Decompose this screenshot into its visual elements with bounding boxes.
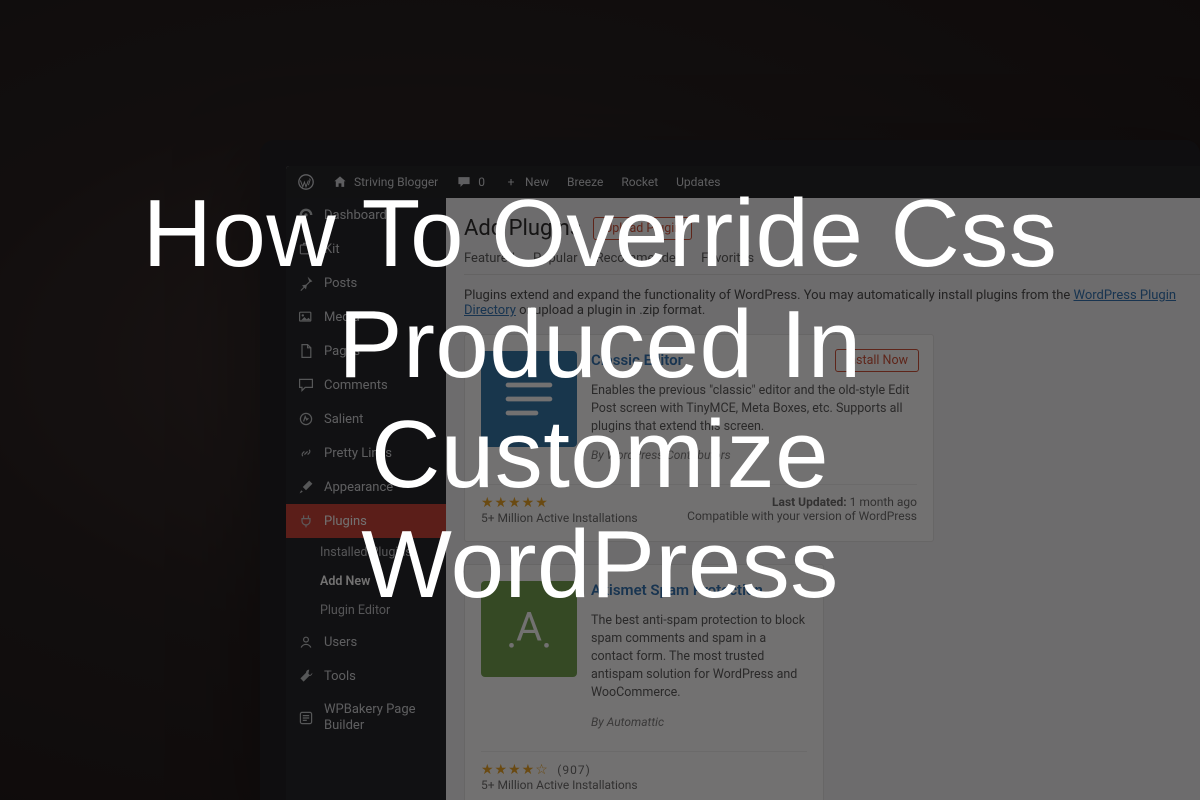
sidebar-item-kit[interactable]: Kit [286,232,446,266]
comment-icon [298,377,314,393]
plugin-card-akismet: A Akismet Spam Protection The best anti-… [464,564,824,800]
page-heading: Add Plugins Upload Plugin [464,216,1200,241]
comment-icon [456,174,472,190]
upload-plugin-button[interactable]: Upload Plugin [593,217,692,240]
site-name-label: Striving Blogger [354,175,438,189]
sidebar-item-label: Appearance [324,480,393,495]
monitor-bezel: Striving Blogger 0 + New Breeze Rocket U… [260,140,1200,800]
sidebar-item-tools[interactable]: Tools [286,659,446,693]
topbar-item-updates[interactable]: Updates [676,175,720,189]
sidebar-item-label: Salient [324,412,363,427]
install-now-button[interactable]: Install Now [835,349,919,372]
sidebar-subitem-installed[interactable]: Installed Plugins [286,538,446,567]
sidebar-item-wpbakery[interactable]: WPBakery Page Builder [286,693,446,742]
new-label: New [525,175,549,189]
sidebar-subitem-addnew[interactable]: Add New [286,567,446,596]
pin-icon [298,275,314,291]
sidebar-item-label: WPBakery Page Builder [324,702,434,733]
sidebar-item-comments[interactable]: Comments [286,368,446,402]
plugin-installs: 5+ Million Active Installations [481,778,638,792]
site-name-link[interactable]: Striving Blogger [332,174,438,190]
plugin-description: The best anti-spam protection to block s… [591,612,807,703]
sidebar-item-label: Tools [324,669,356,684]
sidebar-item-posts[interactable]: Posts [286,266,446,300]
sidebar-item-media[interactable]: Media [286,300,446,334]
wp-logo-menu[interactable] [298,174,314,190]
new-content-link[interactable]: + New [503,174,549,190]
sidebar-item-dashboard[interactable]: Dashboard [286,198,446,232]
sidebar-item-label: Users [324,635,357,650]
plugin-rating: ★★★★★ [481,495,638,511]
tab-popular[interactable]: Popular [533,251,578,266]
comments-link[interactable]: 0 [456,174,485,190]
sidebar-item-label: Comments [324,378,388,393]
plugin-logo-akismet: A [481,581,577,677]
sidebar-item-label: Kit [324,242,340,257]
plugin-installs: 5+ Million Active Installations [481,511,638,525]
kit-icon [298,241,314,257]
tools-icon [298,668,314,684]
plugin-logo-classic [481,351,577,447]
page-icon [298,343,314,359]
sidebar-item-label: Pretty Links [324,446,392,461]
svg-text:A: A [516,604,542,651]
page-content: Add Plugins Upload Plugin Featured Popul… [446,198,1200,800]
sidebar-item-plugins[interactable]: Plugins [286,504,446,538]
topbar-item-rocket[interactable]: Rocket [621,175,658,189]
sidebar-item-salient[interactable]: Salient [286,402,446,436]
plugin-author: By WordPress Contributors [591,448,917,462]
plugin-author: By Automattic [591,715,807,729]
comments-count: 0 [478,175,485,189]
dashboard-icon [298,207,314,223]
plugin-description: Enables the previous "classic" editor an… [591,382,917,436]
sidebar-item-pages[interactable]: Pages [286,334,446,368]
plugin-cards: Install Now Classic Editor Enables the p… [464,334,1200,800]
sidebar-item-label: Dashboard [324,208,387,223]
link-icon [298,445,314,461]
plugin-compat: Compatible with your version of WordPres… [687,509,917,523]
plugin-filter-tabs: Featured Popular Recommended Favorites [464,251,1200,275]
admin-topbar: Striving Blogger 0 + New Breeze Rocket U… [286,166,1200,198]
salient-icon [298,411,314,427]
sidebar-item-label: Plugins [324,514,367,529]
brush-icon [298,479,314,495]
sidebar-item-label: Media [324,310,360,325]
wordpress-icon [298,174,314,190]
sidebar-item-prettylinks[interactable]: Pretty Links [286,436,446,470]
page-title: Add Plugins [464,216,581,241]
admin-sidebar: Dashboard Kit Posts Media Pages [286,198,446,800]
sidebar-item-label: Pages [324,344,360,359]
sidebar-item-users[interactable]: Users [286,625,446,659]
intro-text: Plugins extend and expand the functional… [464,288,1200,318]
sidebar-item-appearance[interactable]: Appearance [286,470,446,504]
tab-featured[interactable]: Featured [464,251,515,266]
plugin-title[interactable]: Akismet Spam Protection [591,581,807,599]
home-icon [332,174,348,190]
wordpress-admin-screen: Striving Blogger 0 + New Breeze Rocket U… [286,166,1200,800]
media-icon [298,309,314,325]
plugin-card-classic-editor: Install Now Classic Editor Enables the p… [464,334,934,542]
wpbakery-icon [298,710,314,726]
plug-icon [298,513,314,529]
tab-recommended[interactable]: Recommended [596,251,684,266]
user-icon [298,634,314,650]
tab-favorites[interactable]: Favorites [701,251,754,266]
sidebar-subitem-editor[interactable]: Plugin Editor [286,596,446,625]
plugin-rating: ★★★★☆ (907) [481,762,638,778]
plus-icon: + [503,174,519,190]
topbar-item-breeze[interactable]: Breeze [567,175,603,189]
sidebar-item-label: Posts [324,276,357,291]
